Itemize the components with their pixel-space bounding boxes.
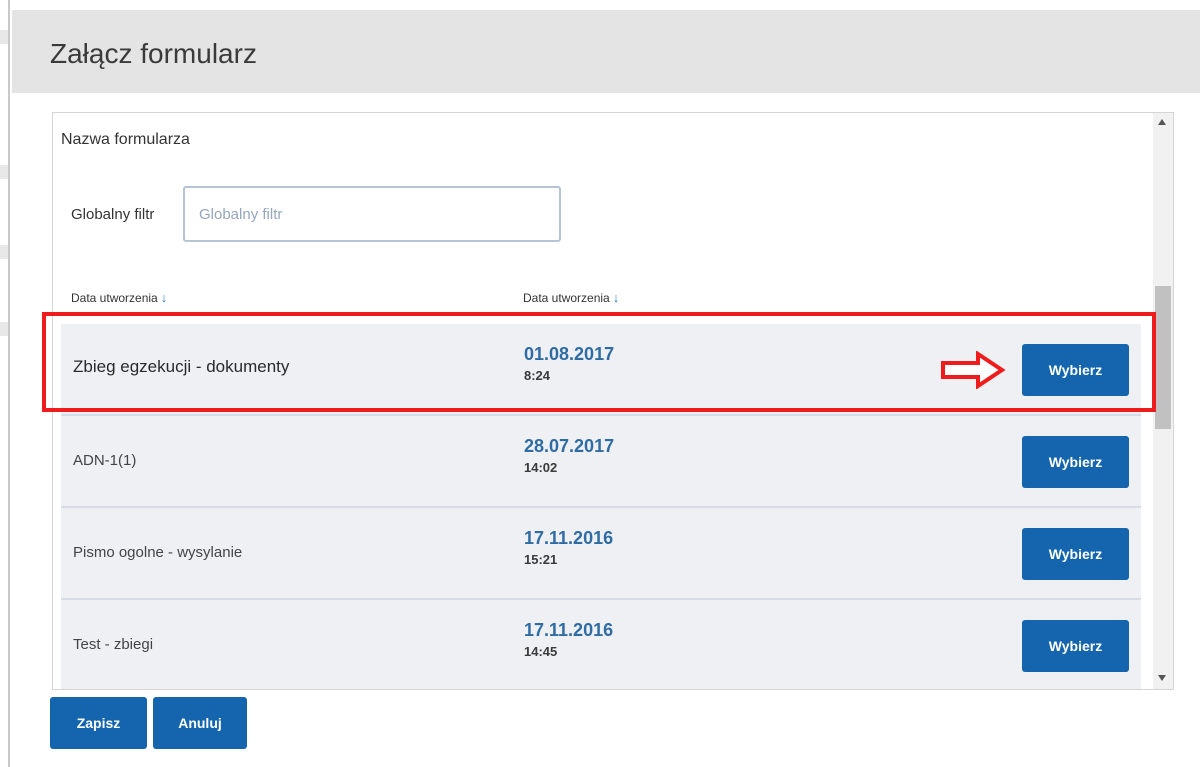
select-button[interactable]: Wybierz <box>1022 528 1129 580</box>
cancel-button[interactable]: Anuluj <box>153 697 247 749</box>
background-fragment <box>0 245 8 259</box>
form-name: Pismo ogolne - wysylanie <box>73 544 243 561</box>
select-button[interactable]: Wybierz <box>1022 344 1129 396</box>
form-time: 14:45 <box>524 644 558 659</box>
arrow-down-icon: ↓ <box>612 290 620 305</box>
form-date: 01.08.2017 <box>524 344 615 364</box>
modal-header: Załącz formularz <box>12 10 1200 93</box>
forms-panel-content: Nazwa formularza Globalny filtr Data utw… <box>53 113 1153 689</box>
select-button[interactable]: Wybierz <box>1022 436 1129 488</box>
form-time: 8:24 <box>524 368 551 383</box>
table-row: Pismo ogolne - wysylanie 17.11.2016 15:2… <box>61 508 1141 600</box>
form-time: 15:21 <box>524 552 558 567</box>
background-fragment <box>0 322 8 336</box>
column-header-label: Data utworzenia <box>523 291 610 305</box>
scroll-down-arrow-icon[interactable] <box>1158 675 1166 681</box>
form-date: 28.07.2017 <box>524 436 615 456</box>
form-time: 14:02 <box>524 460 558 475</box>
form-date: 17.11.2016 <box>524 620 614 640</box>
background-fragment <box>0 30 8 44</box>
forms-panel: Nazwa formularza Globalny filtr Data utw… <box>52 112 1174 690</box>
scroll-up-arrow-icon[interactable] <box>1158 119 1166 125</box>
form-name: Zbieg egzekucji - dokumenty <box>73 357 290 376</box>
global-filter-input[interactable] <box>183 186 561 242</box>
column-header-label: Data utworzenia <box>71 291 158 305</box>
vertical-scrollbar[interactable] <box>1153 113 1173 689</box>
column-header-name[interactable]: Data utworzenia ↓ <box>71 290 167 305</box>
modal-title: Załącz formularz <box>50 38 257 69</box>
scrollbar-thumb[interactable] <box>1155 286 1171 429</box>
form-name: ADN-1(1) <box>73 452 137 469</box>
background-page-edge <box>0 0 10 767</box>
form-name: Test - zbiegi <box>73 636 154 653</box>
form-date: 17.11.2016 <box>524 528 614 548</box>
section-title: Nazwa formularza <box>61 131 190 148</box>
background-fragment <box>0 165 8 179</box>
global-filter-label: Globalny filtr <box>71 206 155 223</box>
table-row: Test - zbiegi 17.11.2016 14:45 Wybierz <box>61 600 1141 689</box>
save-button[interactable]: Zapisz <box>50 697 147 749</box>
arrow-down-icon: ↓ <box>160 290 168 305</box>
select-button[interactable]: Wybierz <box>1022 620 1129 672</box>
background-divider <box>8 0 10 767</box>
column-header-date[interactable]: Data utworzenia ↓ <box>523 290 619 305</box>
right-arrow-icon <box>941 351 1006 389</box>
table-row: ADN-1(1) 28.07.2017 14:02 Wybierz <box>61 416 1141 508</box>
